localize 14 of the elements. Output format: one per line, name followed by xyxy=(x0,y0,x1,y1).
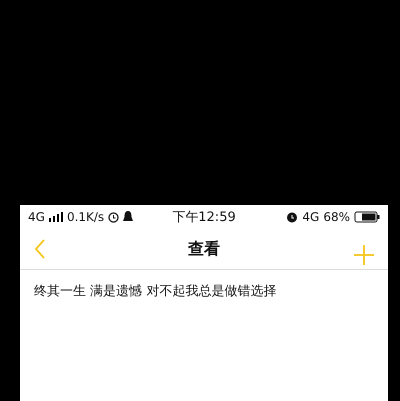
network-speed: 0.1K/s xyxy=(66,210,104,224)
page-title: 查看 xyxy=(188,238,220,260)
message-text: 终其一生 满是遗憾 对不起我总是做错选择 xyxy=(33,283,278,301)
bell-icon xyxy=(123,211,134,223)
network-type: 4G xyxy=(302,210,320,224)
battery-icon xyxy=(354,211,380,223)
battery-percentage: 68% xyxy=(323,210,350,224)
add-icon[interactable] xyxy=(354,245,374,265)
clock-icon xyxy=(108,212,120,222)
alarm-clock-icon xyxy=(286,211,298,223)
status-time: 下午12:59 xyxy=(172,209,236,226)
back-chevron-icon[interactable] xyxy=(34,239,46,259)
signal-icon xyxy=(48,212,63,222)
network-type: 4G xyxy=(28,210,45,224)
